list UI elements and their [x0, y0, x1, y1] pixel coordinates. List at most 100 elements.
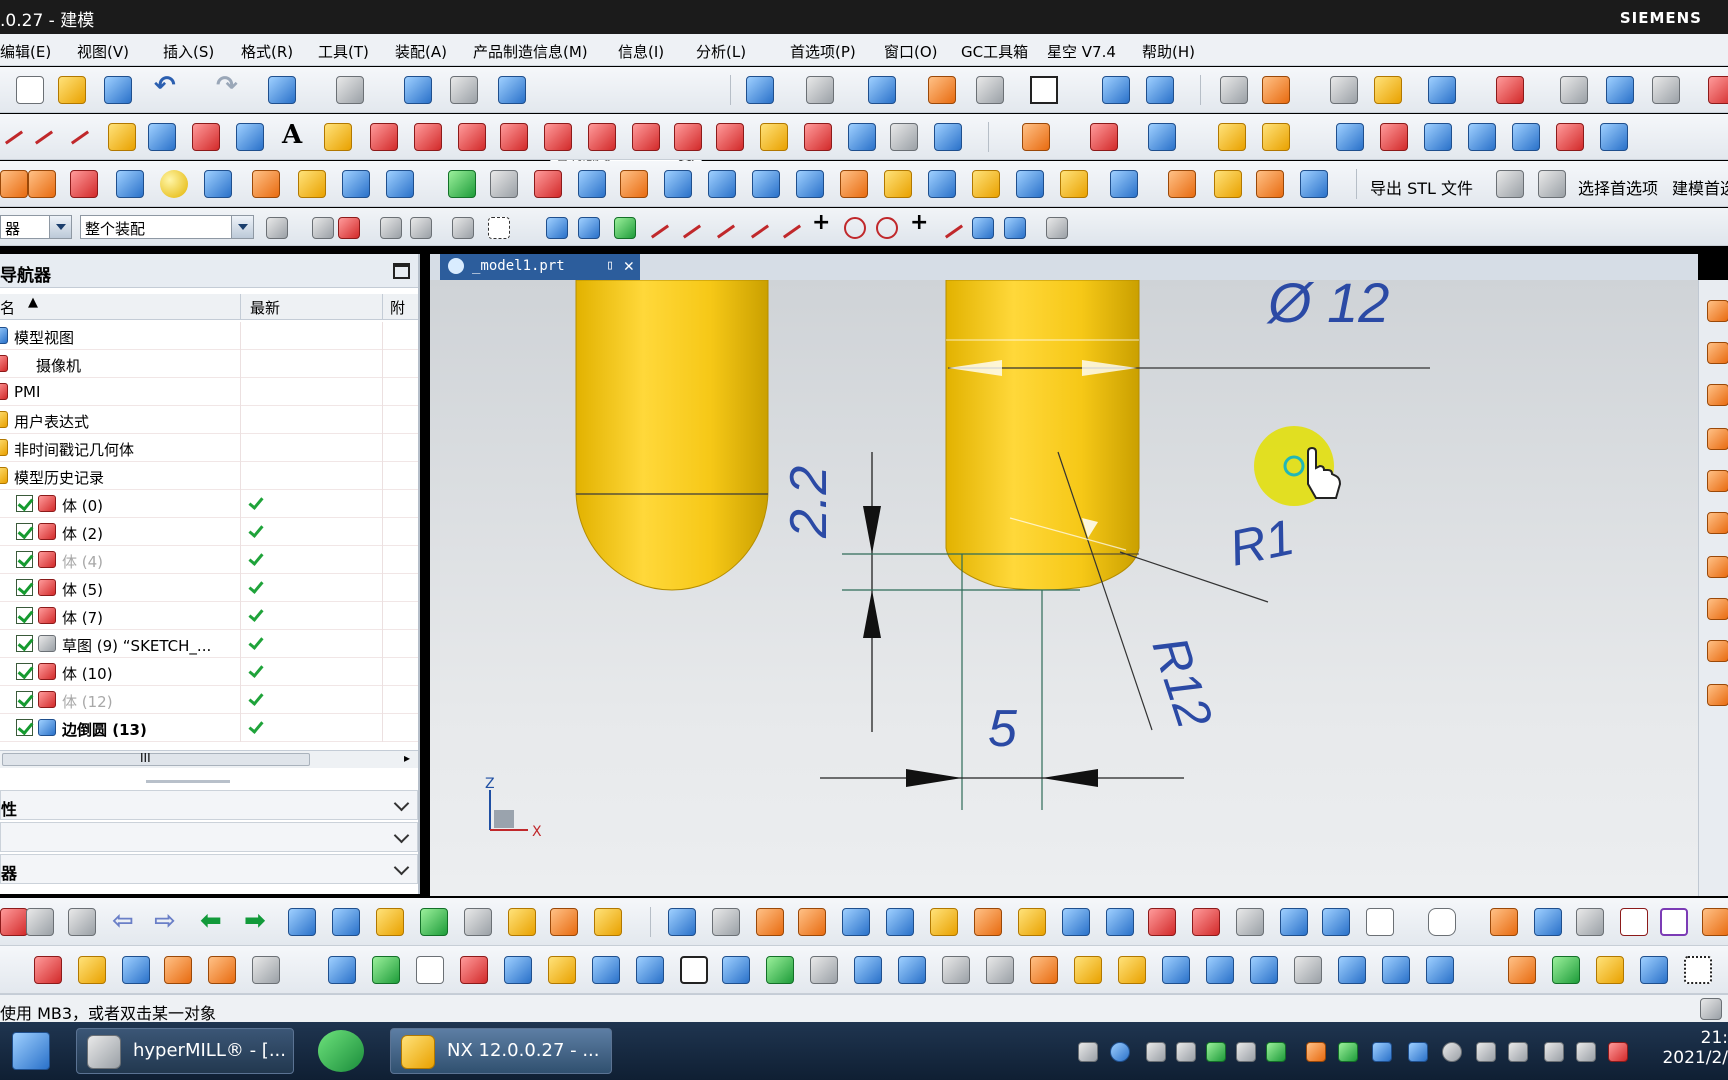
hole-tool-icon[interactable] — [504, 956, 532, 984]
section-properties[interactable]: 性 — [0, 790, 418, 820]
select-all-icon[interactable] — [452, 217, 474, 239]
ruler-tool-icon[interactable] — [974, 908, 1002, 936]
edit-curve-icon[interactable] — [804, 123, 832, 151]
shell-icon[interactable] — [664, 170, 692, 198]
visibility-checkbox[interactable] — [16, 579, 33, 596]
wcs-dynamic-icon[interactable] — [26, 908, 54, 936]
revolve-icon[interactable] — [252, 170, 280, 198]
line-icon[interactable] — [0, 123, 28, 151]
chevron-down-icon[interactable] — [393, 827, 410, 844]
route-icon[interactable] — [1382, 956, 1410, 984]
arrow-right-icon[interactable]: ➡ — [244, 906, 266, 936]
import-icon[interactable] — [288, 908, 316, 936]
studio-surface-icon[interactable] — [1380, 123, 1408, 151]
pocket-icon[interactable] — [386, 170, 414, 198]
point-set-icon[interactable] — [680, 956, 708, 984]
new-file-icon[interactable] — [16, 76, 44, 104]
ring-icon[interactable] — [1660, 908, 1688, 936]
menu-xingkong[interactable]: 星空 V7.4 — [1047, 41, 1116, 62]
maximize-icon[interactable] — [393, 263, 410, 279]
column-latest[interactable]: 最新 — [250, 297, 280, 318]
visibility-checkbox[interactable] — [16, 523, 33, 540]
menu-format[interactable]: 格式(R) — [241, 41, 293, 62]
layer-icon[interactable] — [1220, 76, 1248, 104]
copy-tool-icon[interactable] — [164, 956, 192, 984]
export-stl-icon[interactable] — [1496, 170, 1524, 198]
tray-icon[interactable] — [1266, 1042, 1286, 1062]
insert-icon[interactable] — [898, 956, 926, 984]
system-clock[interactable]: 21: 2021/2/ — [1638, 1028, 1728, 1068]
snap-options-icon[interactable] — [1046, 217, 1068, 239]
chamfer-icon[interactable] — [752, 170, 780, 198]
scope-select[interactable]: 整个装配 — [80, 215, 254, 239]
check-icon[interactable] — [1606, 76, 1634, 104]
resource-icon[interactable] — [1707, 384, 1728, 406]
pin-tool-icon[interactable] — [508, 908, 536, 936]
tree-node[interactable]: 边倒圆 (13) — [0, 714, 418, 742]
visibility-checkbox[interactable] — [16, 551, 33, 568]
visibility-checkbox[interactable] — [16, 635, 33, 652]
tree-node[interactable]: 草图 (9) “SKETCH_... — [0, 630, 418, 658]
cam-icon[interactable] — [1508, 956, 1536, 984]
menu-help[interactable]: 帮助(H) — [1142, 41, 1195, 62]
split-body-icon[interactable] — [620, 170, 648, 198]
ruler-icon[interactable] — [1560, 76, 1588, 104]
rotate-icon[interactable] — [886, 908, 914, 936]
hole-icon[interactable] — [298, 170, 326, 198]
assembly-icon[interactable] — [1102, 76, 1130, 104]
general-select-icon[interactable] — [312, 217, 334, 239]
section-tool-icon[interactable] — [1106, 908, 1134, 936]
pmi-icon[interactable] — [930, 908, 958, 936]
open-part-icon[interactable] — [594, 908, 622, 936]
datum-csys-icon[interactable] — [756, 908, 784, 936]
block-icon[interactable] — [70, 170, 98, 198]
project-curve-icon[interactable] — [458, 123, 486, 151]
tree-node[interactable]: 体 (0) — [0, 490, 418, 518]
menu-analysis[interactable]: 分析(L) — [696, 41, 746, 62]
column-name[interactable]: 名 — [0, 297, 15, 318]
r1-dim-text[interactable]: R1 — [1225, 509, 1299, 577]
unite-icon[interactable] — [448, 170, 476, 198]
runner-icon[interactable] — [1030, 956, 1058, 984]
n-sided-icon[interactable] — [1468, 123, 1496, 151]
book-icon[interactable] — [416, 956, 444, 984]
edge-blend-icon[interactable] — [708, 170, 736, 198]
sphere-icon[interactable] — [160, 170, 188, 198]
menu-insert[interactable]: 插入(S) — [163, 41, 214, 62]
bull-nose-tool-body[interactable] — [945, 280, 1140, 591]
snap-perpendicular-icon[interactable]: + — [812, 210, 830, 235]
tree-node[interactable]: 体 (12) — [0, 686, 418, 714]
media-player-icon[interactable] — [318, 1030, 364, 1072]
snap-endpoint-icon[interactable] — [646, 217, 668, 239]
offset-curve-icon[interactable] — [370, 123, 398, 151]
group-icon[interactable] — [1322, 908, 1350, 936]
splitter-handle[interactable] — [146, 780, 230, 783]
gate-icon[interactable] — [1074, 956, 1102, 984]
fit-view-icon[interactable] — [746, 76, 774, 104]
intersect-curve-icon[interactable] — [500, 123, 528, 151]
cube-tool-icon[interactable] — [122, 956, 150, 984]
tree-node[interactable]: 体 (7) — [0, 602, 418, 630]
background-color-icon[interactable] — [1030, 76, 1058, 104]
swept-icon[interactable] — [1424, 123, 1452, 151]
grid-apps-icon[interactable] — [1684, 956, 1712, 984]
extra-tool-icon[interactable] — [1708, 76, 1728, 104]
tray-icon[interactable] — [1146, 1042, 1166, 1062]
tree-node[interactable]: 体 (5) — [0, 574, 418, 602]
abs-icon[interactable] — [0, 908, 28, 936]
extend-curve-icon[interactable] — [632, 123, 660, 151]
menu-info[interactable]: 信息(I) — [618, 41, 664, 62]
dxf-icon[interactable] — [1294, 956, 1322, 984]
tray-icon[interactable] — [1442, 1042, 1462, 1062]
menu-pmi[interactable]: 产品制造信息(M) — [473, 41, 588, 62]
save-icon[interactable] — [104, 76, 132, 104]
datum-point-icon[interactable] — [798, 908, 826, 936]
simulate-icon[interactable] — [1552, 956, 1580, 984]
height-dim-text[interactable]: 2.2 — [780, 466, 838, 539]
ejector-icon[interactable] — [986, 956, 1014, 984]
cooling-icon[interactable] — [942, 956, 970, 984]
resource-icon[interactable] — [1707, 470, 1728, 492]
layer-tool-icon[interactable] — [252, 956, 280, 984]
scroll-right-icon[interactable]: ▸ — [404, 751, 410, 765]
tray-icon[interactable] — [1338, 1042, 1358, 1062]
